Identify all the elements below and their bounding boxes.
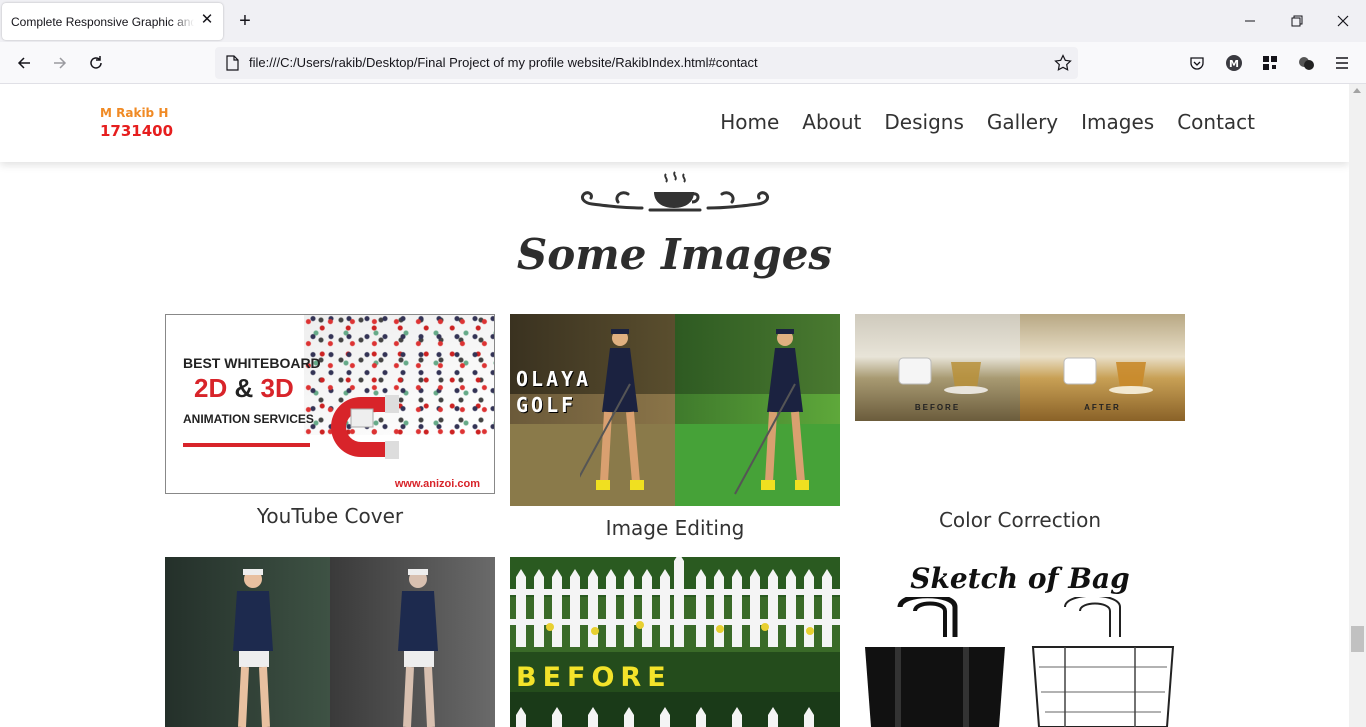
site-header: M Rakib H 1731400 Home About Designs Gal… [0,84,1349,162]
url-text: file:///C:/Users/rakib/Desktop/Final Pro… [249,55,758,70]
caption-color-correction: Color Correction [938,508,1102,532]
golfer-figures-2 [233,569,438,727]
bag-sketch-image[interactable]: Sketch of Bag [855,557,1185,727]
extension-icon[interactable] [1294,51,1318,75]
reload-icon[interactable] [84,51,108,75]
menu-contact[interactable]: Contact [1177,110,1255,134]
menu-designs[interactable]: Designs [884,110,963,134]
bag-sketch-title: Sketch of Bag [910,562,1130,595]
yt-url: www.anizoi.com [394,478,480,490]
close-window-icon[interactable] [1331,9,1355,33]
address-bar[interactable]: file:///C:/Users/rakib/Desktop/Final Pro… [215,47,1078,79]
youtube-cover-image[interactable]: BEST WHITEBOARD 2D & 3D ANIMATION SERVIC… [165,314,495,494]
page-viewport: M Rakib H 1731400 Home About Designs Gal… [0,84,1349,727]
page-scrollbar[interactable] [1349,84,1366,727]
close-tab-icon[interactable]: ✕ [199,12,215,28]
fence-before-label: BEFORE [516,662,672,693]
minimize-icon[interactable] [1238,9,1262,33]
scroll-thumb[interactable] [1351,626,1364,652]
extensions-grid-icon[interactable] [1258,51,1282,75]
menu-hamburger-icon[interactable] [1330,51,1354,75]
account-icon[interactable]: M [1222,51,1246,75]
fence-before-image[interactable]: BEFORE [510,557,840,727]
caption-image-editing: Image Editing [605,516,745,540]
menu-home[interactable]: Home [720,110,779,134]
back-icon[interactable] [12,51,36,75]
red-divider [183,443,310,447]
yt-subheading: ANIMATION SERVICES [183,412,314,426]
main-menu: Home About Designs Gallery Images Contac… [720,110,1255,134]
section-title: Some Images [516,230,833,279]
new-tab-icon[interactable]: + [234,10,256,32]
image-editing-image[interactable]: OLAYA GOLF [510,314,840,506]
restore-icon[interactable] [1285,9,1309,33]
menu-gallery[interactable]: Gallery [987,110,1058,134]
olaya-golf-text: OLAYA GOLF [516,367,592,417]
golfer-figures [580,329,809,495]
coffee-ornament-icon [580,170,770,219]
menu-about[interactable]: About [802,110,861,134]
forward-icon[interactable] [48,51,72,75]
yt-2d3d: 2D & 3D [194,373,294,403]
caption-youtube-cover: YouTube Cover [256,504,404,528]
magnet-icon [331,395,399,459]
scroll-up-icon[interactable] [1353,88,1361,93]
svg-text:M: M [1229,59,1239,70]
logo-name: M Rakib H [100,106,169,120]
color-correction-image[interactable]: BEFORE AFTER [855,314,1185,421]
tab-title: Complete Responsive Graphic and w [11,14,194,29]
page-icon [225,55,239,76]
bookmark-star-icon[interactable] [1054,54,1072,77]
browser-tab[interactable]: Complete Responsive Graphic and w ✕ [2,3,223,40]
site-logo[interactable]: M Rakib H 1731400 [100,105,173,141]
pocket-icon[interactable] [1185,51,1209,75]
navigation-toolbar: file:///C:/Users/rakib/Desktop/Final Pro… [0,42,1366,84]
logo-number: 1731400 [100,122,174,140]
golf-retouch-image[interactable] [165,557,495,727]
before-label: BEFORE [914,403,961,412]
bag-graphic [865,597,1175,727]
yt-heading: BEST WHITEBOARD [183,355,321,371]
after-label: AFTER [1084,403,1121,412]
tab-strip: Complete Responsive Graphic and w ✕ + [0,0,1366,42]
menu-images[interactable]: Images [1081,110,1154,134]
picket-fence-graphic [510,557,840,727]
